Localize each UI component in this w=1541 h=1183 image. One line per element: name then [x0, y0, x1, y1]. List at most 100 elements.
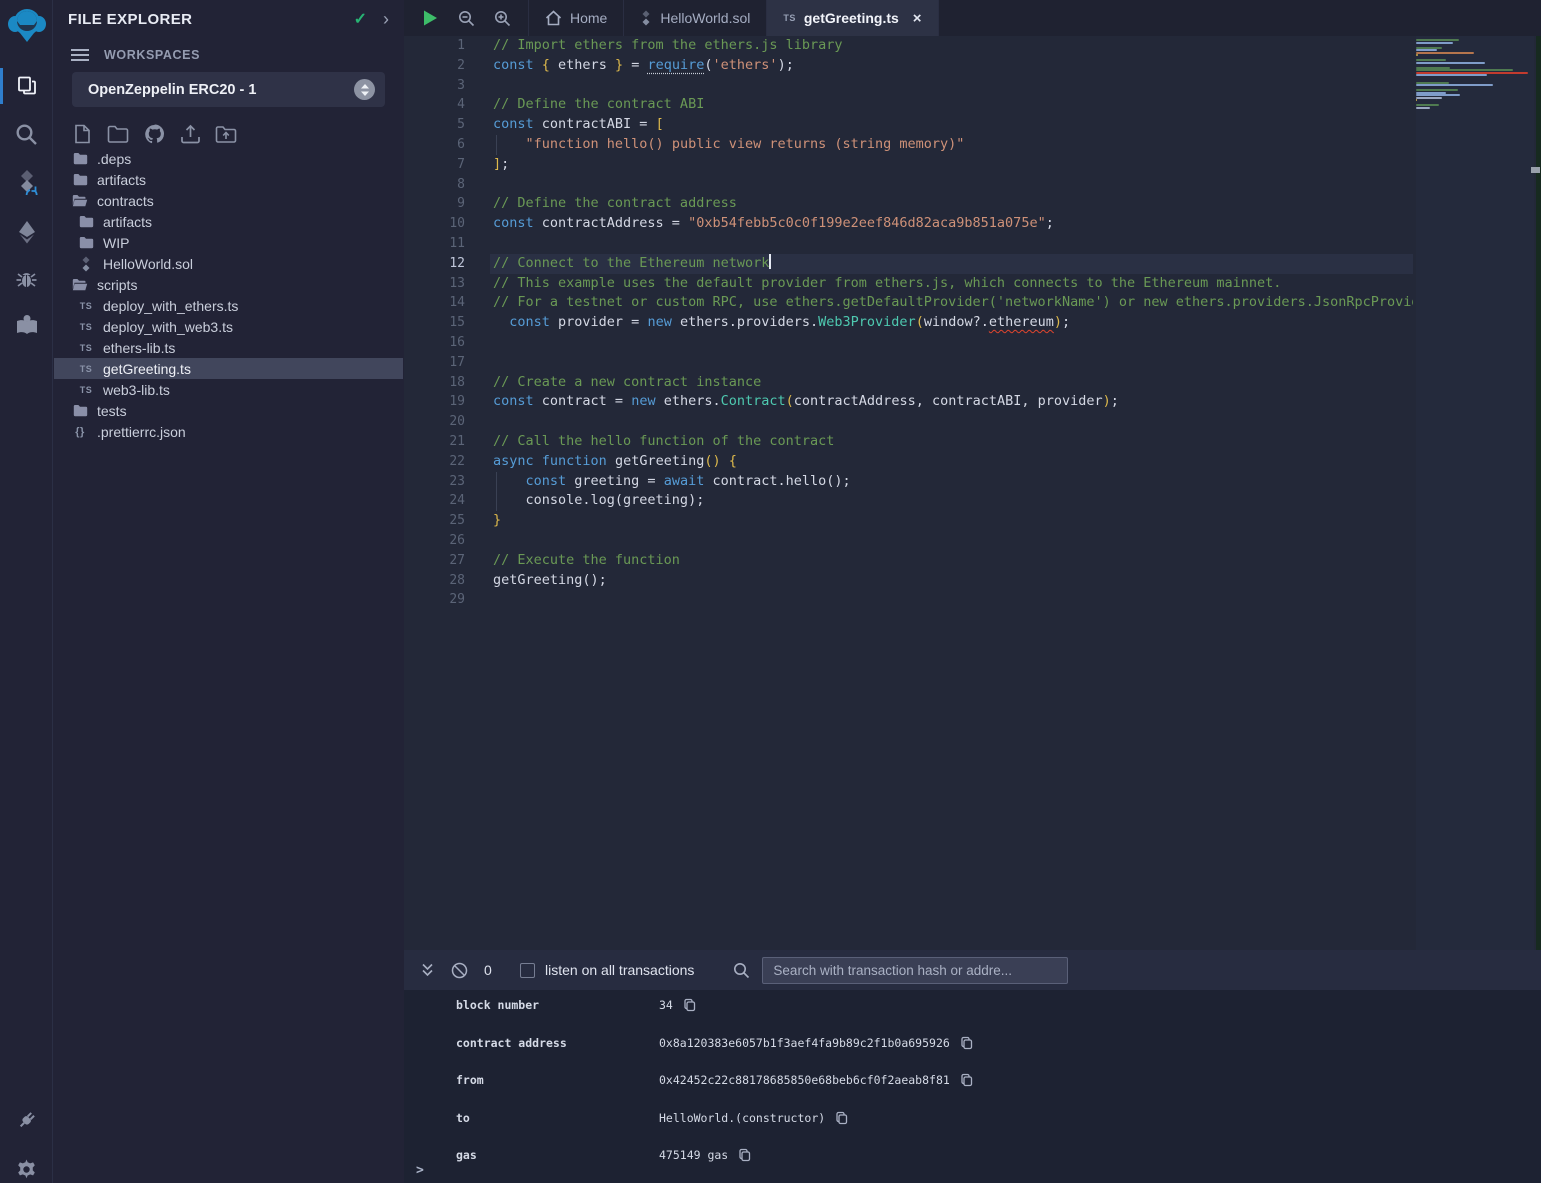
- tree-item-helloworld-sol[interactable]: HelloWorld.sol: [54, 253, 403, 274]
- tree-item-artifacts[interactable]: artifacts: [54, 211, 403, 232]
- tab-label: HelloWorld.sol: [660, 10, 750, 26]
- terminal-header: 0 listen on all transactions: [404, 950, 1541, 990]
- check-icon[interactable]: ✓: [354, 9, 367, 29]
- tab-home[interactable]: Home: [528, 0, 624, 36]
- tx-detail-value: HelloWorld.(constructor): [659, 1111, 825, 1125]
- remix-logo-icon[interactable]: [0, 4, 53, 48]
- tree-item-label: artifacts: [97, 172, 146, 188]
- minimap-line: [1416, 44, 1534, 46]
- code-editor[interactable]: 1234567891011121314151617181920212223242…: [404, 36, 1541, 950]
- tree-item-getgreeting-ts[interactable]: TSgetGreeting.ts: [54, 358, 403, 379]
- sol-icon: [640, 10, 652, 26]
- deploy-run-icon[interactable]: [0, 210, 53, 254]
- line-number: 19: [404, 392, 490, 412]
- solidity-compiler-icon[interactable]: [0, 160, 53, 204]
- minimap-line: [1416, 97, 1442, 99]
- code-line-17: [490, 353, 1413, 373]
- code-line-29: [490, 590, 1413, 610]
- line-number: 13: [404, 274, 490, 294]
- code-line-19: const contract = new ethers.Contract(con…: [490, 392, 1413, 412]
- terminal-search-input[interactable]: [762, 957, 1068, 984]
- code-line-21: // Call the hello function of the contra…: [490, 432, 1413, 452]
- main-area: HomeHelloWorld.solTSgetGreeting.ts× 1234…: [404, 0, 1541, 1183]
- folder-open-icon: [72, 278, 88, 291]
- minimap[interactable]: [1416, 36, 1534, 950]
- terminal-prompt[interactable]: >: [416, 1163, 424, 1178]
- code-line-28: getGreeting();: [490, 571, 1413, 591]
- file-explorer-icon[interactable]: [0, 64, 53, 108]
- tree-item-deploy-with-ethers-ts[interactable]: TSdeploy_with_ethers.ts: [54, 295, 403, 316]
- tree-item--prettierrc-json[interactable]: {}.prettierrc.json: [54, 421, 403, 442]
- line-number: 6: [404, 135, 490, 155]
- upload-file-icon[interactable]: [178, 122, 202, 146]
- zoom-out-icon[interactable]: [456, 8, 476, 28]
- code-line-14: // For a testnet or custom RPC, use ethe…: [490, 293, 1413, 313]
- tree-item-web3-lib-ts[interactable]: TSweb3-lib.ts: [54, 379, 403, 400]
- code-line-1: // Import ethers from the ethers.js libr…: [490, 36, 1413, 56]
- copy-icon[interactable]: [960, 1073, 973, 1087]
- workspace-select[interactable]: OpenZeppelin ERC20 - 1: [72, 72, 385, 107]
- line-number: 12: [404, 254, 490, 274]
- line-number: 20: [404, 412, 490, 432]
- transaction-count: 0: [484, 962, 498, 978]
- minimap-line: [1416, 49, 1437, 51]
- chevron-right-icon[interactable]: ›: [383, 9, 389, 30]
- settings-icon[interactable]: [0, 1147, 53, 1183]
- copy-icon[interactable]: [738, 1148, 751, 1162]
- minimap-line: [1416, 84, 1493, 86]
- activity-bar: [0, 0, 53, 1183]
- plugin-manager-icon[interactable]: [0, 1098, 53, 1142]
- tx-detail-value: 34: [659, 998, 673, 1012]
- line-number: 5: [404, 115, 490, 135]
- copy-icon[interactable]: [683, 998, 696, 1012]
- tree-item-label: .deps: [97, 151, 131, 167]
- tree-item-deploy-with-web3-ts[interactable]: TSdeploy_with_web3.ts: [54, 316, 403, 337]
- tree-item-ethers-lib-ts[interactable]: TSethers-lib.ts: [54, 337, 403, 358]
- code-line-22: async function getGreeting() {: [490, 452, 1413, 472]
- folder-icon: [72, 404, 88, 417]
- zoom-in-icon[interactable]: [492, 8, 512, 28]
- listen-all-transactions-label: listen on all transactions: [545, 962, 694, 978]
- copy-icon[interactable]: [835, 1111, 848, 1125]
- file-explorer-panel: FILE EXPLORER ✓ › WORKSPACES OpenZeppeli…: [54, 0, 403, 1183]
- tab-getgreeting-ts[interactable]: TSgetGreeting.ts×: [767, 0, 938, 36]
- search-icon[interactable]: [0, 112, 53, 156]
- new-file-icon[interactable]: [70, 122, 94, 146]
- tree-item-label: artifacts: [103, 214, 152, 230]
- learneth-icon[interactable]: [0, 303, 53, 347]
- line-number: 11: [404, 234, 490, 254]
- editor-scrollbar-thumb[interactable]: [1531, 167, 1540, 173]
- close-tab-icon[interactable]: ×: [913, 10, 922, 27]
- code-line-20: [490, 412, 1413, 432]
- workspace-name: OpenZeppelin ERC20 - 1: [88, 82, 354, 98]
- upload-folder-icon[interactable]: [214, 122, 238, 146]
- code-line-9: // Define the contract address: [490, 194, 1413, 214]
- clear-console-icon[interactable]: [448, 959, 470, 981]
- copy-icon[interactable]: [960, 1036, 973, 1050]
- json-file-icon: {}: [72, 426, 88, 438]
- tree-item-wip[interactable]: WIP: [54, 232, 403, 253]
- line-number: 24: [404, 491, 490, 511]
- tree-item-contracts[interactable]: contracts: [54, 190, 403, 211]
- code-line-10: const contractAddress = "0xb54febb5c0c0f…: [490, 214, 1413, 234]
- panel-header: FILE EXPLORER ✓ ›: [54, 0, 403, 38]
- publish-gist-icon[interactable]: [142, 122, 166, 146]
- home-icon: [545, 10, 562, 26]
- collapse-terminal-icon[interactable]: [416, 959, 438, 981]
- tab-helloworld-sol[interactable]: HelloWorld.sol: [624, 0, 767, 36]
- tree-item-artifacts[interactable]: artifacts: [54, 169, 403, 190]
- tree-item-label: tests: [97, 403, 127, 419]
- listen-all-transactions-checkbox[interactable]: [520, 963, 535, 978]
- new-folder-icon[interactable]: [106, 122, 130, 146]
- tree-item-tests[interactable]: tests: [54, 400, 403, 421]
- hamburger-menu-icon[interactable]: [68, 43, 92, 67]
- code-line-8: [490, 175, 1413, 195]
- code-line-11: [490, 234, 1413, 254]
- run-script-button[interactable]: [420, 8, 440, 28]
- tree-item--deps[interactable]: .deps: [54, 148, 403, 169]
- minimap-line: [1416, 69, 1513, 71]
- debugger-icon[interactable]: [0, 257, 53, 301]
- folder-icon: [78, 236, 94, 249]
- line-number: 18: [404, 373, 490, 393]
- tree-item-scripts[interactable]: scripts: [54, 274, 403, 295]
